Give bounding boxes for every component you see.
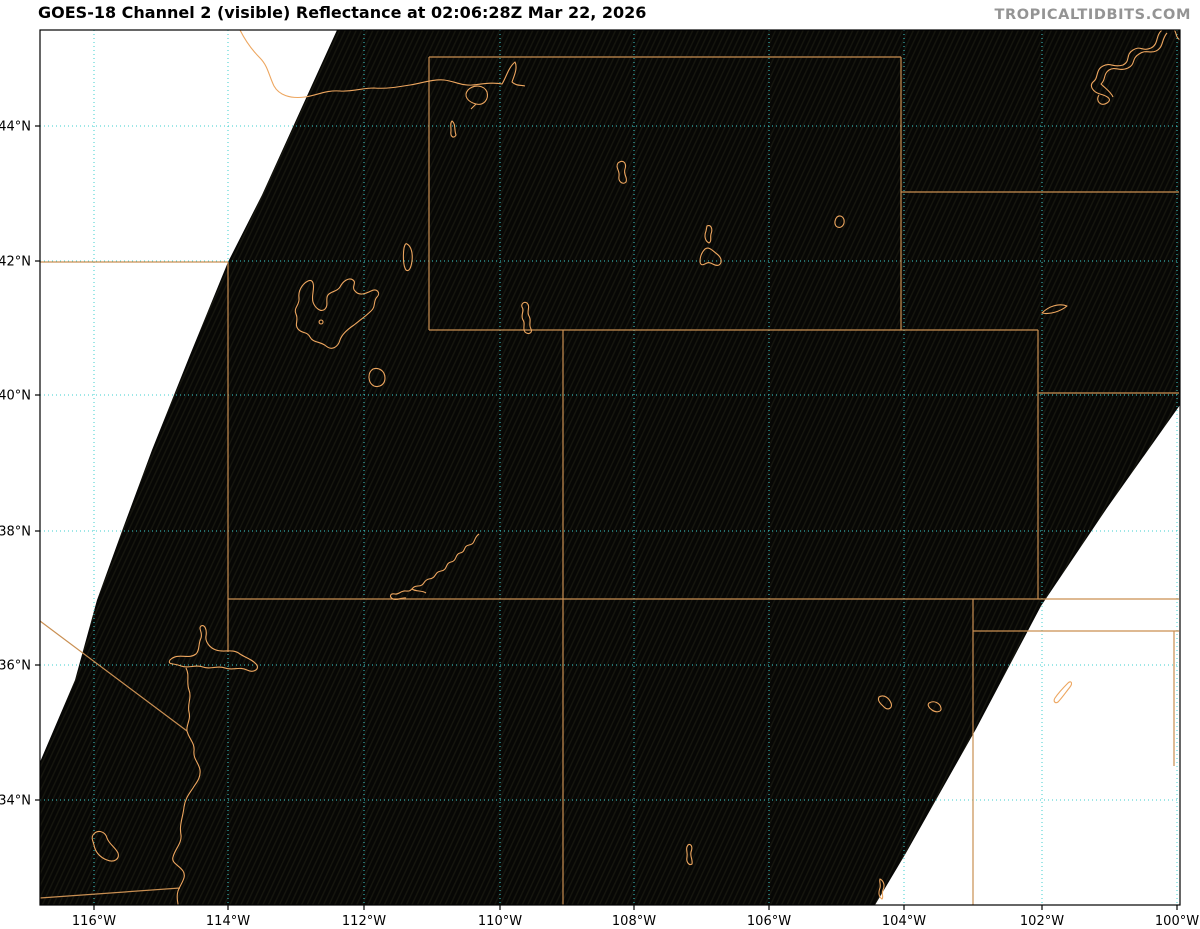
tick-label-lon-106°W: 106°W (747, 914, 791, 929)
tick-label-lat-38°N: 38°N (0, 525, 31, 540)
tick-label-lon-110°W: 110°W (478, 914, 522, 929)
tick-label-lon-104°W: 104°W (882, 914, 926, 929)
satellite-image-page: GOES-18 Channel 2 (visible) Reflectance … (0, 0, 1200, 929)
map-canvas: 44°N 42°N 40°N 38°N 36°N 34°N 116°W 114°W 112°W 1… (0, 29, 1199, 929)
tick-label-lat-44°N: 44°N (0, 120, 31, 135)
tick-label-lon-102°W: 102°W (1020, 914, 1064, 929)
image-title: GOES-18 Channel 2 (visible) Reflectance … (38, 3, 647, 22)
tropicaltidbits-watermark: TROPICALTIDBITS.COM (994, 7, 1191, 23)
tick-label-lon-112°W: 112°W (342, 914, 386, 929)
tick-label-lat-36°N: 36°N (0, 659, 31, 674)
tick-label-lat-34°N: 34°N (0, 794, 31, 809)
tick-label-lon-116°W: 116°W (72, 914, 116, 929)
tick-label-lon-108°W: 108°W (612, 914, 656, 929)
tick-label-lat-40°N: 40°N (0, 389, 31, 404)
map-plot-area (40, 30, 1180, 905)
tick-label-lon-100°W: 100°W (1155, 914, 1199, 929)
tick-label-lon-114°W: 114°W (206, 914, 250, 929)
tick-label-lat-42°N: 42°N (0, 255, 31, 270)
